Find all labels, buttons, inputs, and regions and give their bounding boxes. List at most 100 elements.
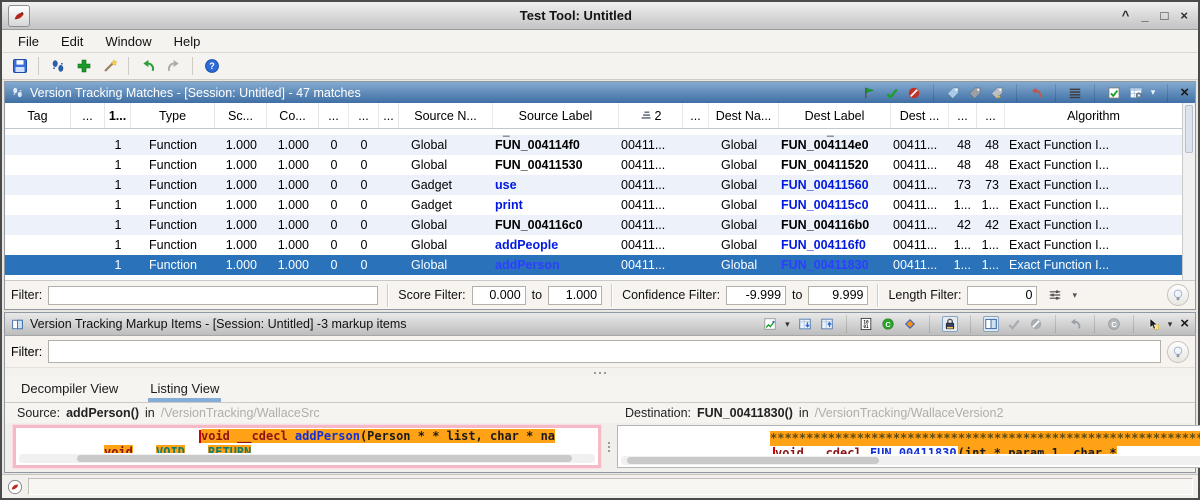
apply-markup-button[interactable] bbox=[798, 317, 812, 331]
copy-button[interactable] bbox=[1107, 317, 1121, 331]
vertical-splitter[interactable] bbox=[601, 425, 617, 468]
add-button[interactable] bbox=[72, 55, 95, 77]
score-to-input[interactable] bbox=[548, 286, 602, 305]
markup-status-button[interactable] bbox=[763, 317, 777, 331]
menu-help[interactable]: Help bbox=[166, 32, 209, 51]
table-rows-button[interactable] bbox=[1068, 86, 1082, 100]
tab-decompiler-view[interactable]: Decompiler View bbox=[19, 377, 120, 402]
score-from-input[interactable] bbox=[472, 286, 526, 305]
column-header[interactable]: Co... bbox=[267, 103, 319, 128]
column-header[interactable]: Dest Na... bbox=[709, 103, 779, 128]
redo-button[interactable] bbox=[162, 55, 185, 77]
vertical-scrollbar[interactable] bbox=[1182, 103, 1195, 280]
table-options-button[interactable] bbox=[1129, 86, 1143, 100]
match-cell: 1.000 bbox=[215, 158, 267, 172]
column-header[interactable]: ... bbox=[379, 103, 399, 128]
horizontal-scrollbar[interactable] bbox=[19, 454, 595, 463]
remove-tag-button[interactable] bbox=[968, 86, 982, 100]
filter-options-button[interactable] bbox=[1043, 284, 1066, 306]
match-row[interactable]: 1Function1.0001.00000Gadgetuse00411...Gl… bbox=[5, 175, 1182, 195]
match-cell: Global bbox=[399, 258, 493, 272]
column-header[interactable]: Sc... bbox=[215, 103, 267, 128]
horizontal-splitter[interactable] bbox=[5, 368, 1195, 377]
dropdown-caret-icon[interactable]: ▾ bbox=[1168, 320, 1173, 329]
markup-panel-header[interactable]: Version Tracking Markup Items - [Session… bbox=[5, 313, 1195, 336]
horizontal-scrollbar[interactable] bbox=[621, 456, 1200, 465]
dropdown-caret-icon[interactable]: ▾ bbox=[1151, 88, 1156, 97]
match-cell: 0 bbox=[319, 198, 349, 212]
unapply-markup-button[interactable] bbox=[820, 317, 834, 331]
column-header[interactable]: Source Label bbox=[493, 103, 619, 128]
scrollbar-thumb[interactable] bbox=[1185, 105, 1193, 153]
minimize-button[interactable]: _ bbox=[1141, 10, 1148, 22]
confidence-from-input[interactable] bbox=[726, 286, 786, 305]
source-listing-pane[interactable]: void __cdecl addPerson(Person * * list, … bbox=[13, 425, 601, 468]
close-panel-button[interactable]: × bbox=[1180, 317, 1189, 331]
accept-markup-button[interactable] bbox=[1007, 317, 1021, 331]
wizard-button[interactable] bbox=[98, 55, 121, 77]
column-header[interactable]: Dest Label bbox=[779, 103, 891, 128]
column-header[interactable]: ... bbox=[349, 103, 379, 128]
undo-markup-button[interactable] bbox=[1068, 317, 1082, 331]
matches-filter-input[interactable] bbox=[48, 286, 378, 305]
maximize-button[interactable]: □ bbox=[1161, 10, 1169, 22]
save-button[interactable] bbox=[8, 55, 31, 77]
length-filter-input[interactable] bbox=[967, 286, 1037, 305]
dropdown-caret-icon[interactable]: ▾ bbox=[1072, 291, 1077, 300]
undo-button[interactable] bbox=[1029, 86, 1043, 100]
column-header[interactable]: Algorithm bbox=[1005, 103, 1182, 128]
match-row[interactable]: 1Function1.0001.00000GlobalFUN_004115300… bbox=[5, 155, 1182, 175]
match-row[interactable]: 1Function1.0001.00000GlobaladdPeople0041… bbox=[5, 235, 1182, 255]
filter-hint-button[interactable] bbox=[1167, 341, 1189, 363]
match-row[interactable]: 1Function1.0001.00000Gadgetprint00411...… bbox=[5, 195, 1182, 215]
shade-button[interactable]: ^ bbox=[1122, 10, 1130, 22]
scrollbar-thumb[interactable] bbox=[627, 457, 879, 464]
close-button[interactable]: × bbox=[1180, 10, 1188, 22]
scrollbar-thumb[interactable] bbox=[77, 455, 572, 462]
version-tracking-button[interactable] bbox=[46, 55, 69, 77]
menu-edit[interactable]: Edit bbox=[53, 32, 91, 51]
matches-panel-header[interactable]: Version Tracking Matches - [Session: Unt… bbox=[5, 82, 1195, 103]
column-header[interactable]: Type bbox=[131, 103, 215, 128]
match-cell: FUN_004116f0 bbox=[779, 238, 891, 252]
menu-window[interactable]: Window bbox=[97, 32, 159, 51]
match-row[interactable]: 1Function1.0001.00000GlobalFUN_004116c00… bbox=[5, 215, 1182, 235]
markup-filter-input[interactable] bbox=[48, 340, 1161, 363]
confidence-to-input[interactable] bbox=[808, 286, 868, 305]
menu-file[interactable]: File bbox=[10, 32, 47, 51]
column-header[interactable]: Source N... bbox=[399, 103, 493, 128]
filter-hint-button[interactable] bbox=[1167, 284, 1189, 306]
flag-button[interactable] bbox=[863, 86, 877, 100]
add-tag-button[interactable] bbox=[946, 86, 960, 100]
column-header[interactable]: ... bbox=[319, 103, 349, 128]
binary-view-button[interactable] bbox=[859, 317, 873, 331]
column-header[interactable]: ... bbox=[949, 103, 977, 128]
help-button[interactable] bbox=[200, 55, 223, 77]
column-header[interactable]: ... bbox=[71, 103, 105, 128]
dual-view-button[interactable] bbox=[983, 316, 999, 332]
reject-markup-button[interactable] bbox=[1029, 317, 1043, 331]
destination-listing-pane[interactable]: ****************************************… bbox=[617, 425, 1200, 468]
reject-match-button[interactable] bbox=[907, 86, 921, 100]
tab-listing-view[interactable]: Listing View bbox=[148, 377, 221, 402]
column-header[interactable]: 2 bbox=[619, 103, 683, 128]
filter-separator bbox=[387, 284, 389, 307]
undo-button[interactable] bbox=[136, 55, 159, 77]
close-panel-button[interactable]: × bbox=[1180, 86, 1189, 100]
replace-button[interactable] bbox=[881, 317, 895, 331]
match-row[interactable]: 1Function1.0001.00000GlobalFUN_004114f00… bbox=[5, 135, 1182, 155]
column-header[interactable]: Tag bbox=[5, 103, 71, 128]
undo-icon bbox=[140, 58, 156, 74]
select-rows-button[interactable] bbox=[1107, 86, 1121, 100]
column-header[interactable]: ... bbox=[683, 103, 709, 128]
edit-tag-button[interactable] bbox=[990, 86, 1004, 100]
lock-button[interactable] bbox=[942, 316, 958, 332]
dropdown-caret-icon[interactable]: ▾ bbox=[785, 320, 790, 329]
column-header[interactable]: Dest ... bbox=[891, 103, 949, 128]
column-header[interactable]: 1... bbox=[105, 103, 131, 128]
accept-match-button[interactable] bbox=[885, 86, 899, 100]
cursor-mode-button[interactable] bbox=[1146, 317, 1160, 331]
column-header[interactable]: ... bbox=[977, 103, 1005, 128]
diamond-button[interactable] bbox=[903, 317, 917, 331]
match-row[interactable]: 1Function1.0001.00000GlobaladdPerson0041… bbox=[5, 255, 1182, 275]
